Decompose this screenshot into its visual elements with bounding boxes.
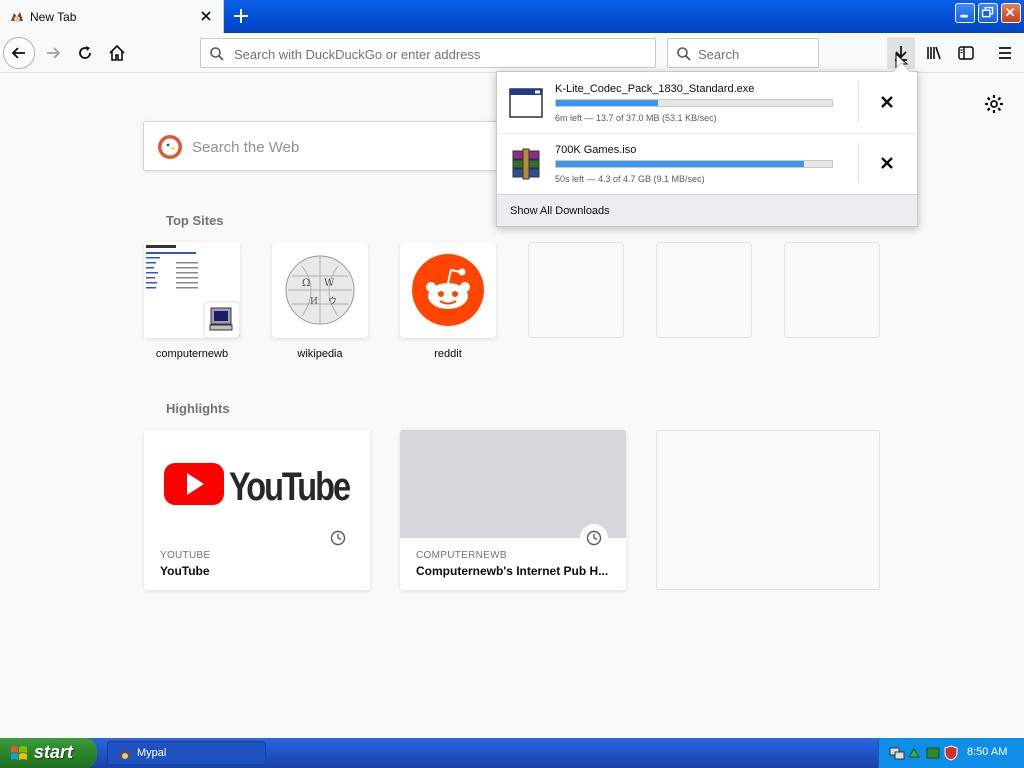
system-tray: 8:50 AM (878, 738, 1024, 768)
svg-text:W: W (324, 278, 335, 289)
search-icon (677, 47, 691, 61)
reddit-alien-icon (412, 254, 484, 326)
duckduckgo-logo-icon (158, 135, 182, 159)
tray-network-icon[interactable] (889, 745, 905, 761)
tray-security-icon[interactable] (925, 745, 941, 761)
menu-button[interactable] (989, 37, 1021, 69)
highlight-card-computernewb[interactable]: COMPUTERNEWB Computernewb's Internet Pub… (400, 430, 626, 590)
top-site-empty[interactable] (656, 242, 752, 338)
close-window-button[interactable] (1001, 3, 1021, 23)
hamburger-menu-icon (999, 47, 1011, 59)
svg-text:ウ: ウ (328, 296, 337, 307)
minimize-button[interactable] (955, 3, 975, 23)
youtube-logo-icon: YouTube (144, 430, 370, 538)
search-bar[interactable]: Search (667, 38, 819, 68)
tray-shield-icon[interactable] (943, 745, 959, 761)
gear-icon[interactable] (984, 94, 1004, 114)
mypal-logo-icon (119, 749, 131, 759)
close-tab-icon[interactable] (198, 8, 214, 24)
top-site-wikipedia[interactable]: Ω W И ウ (272, 242, 368, 338)
download-progress-fill (556, 100, 659, 106)
url-bar-placeholder: Search with DuckDuckGo or enter address (234, 47, 481, 62)
new-tab-plus-icon[interactable] (228, 4, 254, 28)
show-all-downloads-button[interactable]: Show All Downloads (497, 194, 917, 226)
history-clock-icon (580, 524, 608, 552)
windows-flag-icon (11, 746, 27, 760)
search-bar-placeholder: Search (698, 47, 740, 62)
search-icon (210, 47, 224, 61)
sidebar-icon (958, 46, 974, 60)
download-status: 6m left — 13.7 of 37.0 MB (53.1 KB/sec) (555, 113, 717, 123)
computernewb-thumbnail (144, 242, 241, 339)
divider (858, 143, 859, 183)
taskbar-item-mypal[interactable]: Mypal (107, 741, 266, 765)
download-item[interactable]: 700K Games.iso 50s left — 4.3 of 4.7 GB … (497, 133, 917, 194)
exe-file-icon (509, 88, 543, 118)
download-progress-bar (555, 160, 833, 168)
highlight-card-youtube[interactable]: YouTube YOUTUBE YouTube (144, 430, 370, 590)
wikipedia-globe-icon: Ω W И ウ (285, 255, 355, 325)
nav-toolbar: Search with DuckDuckGo or enter address … (0, 33, 1024, 73)
top-site-label: computernewb (155, 348, 229, 360)
highlight-source: YOUTUBE (160, 550, 211, 561)
reload-button[interactable] (69, 37, 101, 69)
start-button[interactable]: start (0, 738, 97, 768)
highlights-heading: Highlights (166, 401, 230, 416)
highlight-card-empty (656, 430, 880, 590)
sidebar-button[interactable] (950, 37, 982, 69)
url-bar[interactable]: Search with DuckDuckGo or enter address (200, 38, 656, 68)
top-site-label: wikipedia (297, 348, 343, 360)
downloads-panel: K-Lite_Codec_Pack_1830_Standard.exe 6m l… (496, 71, 918, 227)
library-icon (927, 46, 941, 60)
cancel-download-icon[interactable] (877, 153, 897, 173)
back-arrow-icon (11, 47, 25, 59)
highlight-title: YouTube (160, 564, 210, 578)
top-site-empty[interactable] (784, 242, 880, 338)
download-progress-fill (556, 161, 805, 167)
mypal-logo-icon (11, 12, 23, 22)
winrar-archive-icon (512, 148, 540, 180)
youtube-logo-text: YouTube (229, 465, 350, 509)
cancel-download-icon[interactable] (877, 92, 897, 112)
top-site-computernewb[interactable] (144, 242, 241, 339)
title-bar: New Tab (0, 0, 1024, 33)
tab-title: New Tab (30, 10, 77, 24)
tray-connection-icon[interactable] (907, 745, 923, 761)
highlight-thumbnail-placeholder (400, 430, 626, 538)
highlight-source: COMPUTERNEWB (416, 550, 507, 561)
history-clock-icon (324, 524, 352, 552)
download-item[interactable]: K-Lite_Codec_Pack_1830_Standard.exe 6m l… (497, 72, 917, 133)
top-site-label: reddit (434, 348, 462, 360)
reload-icon (79, 46, 91, 59)
divider (858, 82, 859, 122)
back-button[interactable] (3, 37, 35, 69)
svg-text:Ω: Ω (302, 278, 310, 289)
taskbar-item-label: Mypal (137, 747, 167, 759)
web-search-placeholder: Search the Web (192, 139, 300, 156)
forward-button[interactable] (37, 37, 69, 69)
download-filename: K-Lite_Codec_Pack_1830_Standard.exe (555, 83, 755, 95)
tab-new-tab[interactable]: New Tab (0, 0, 224, 33)
forward-arrow-icon (47, 47, 61, 59)
home-button[interactable] (101, 37, 133, 69)
download-filename: 700K Games.iso (555, 144, 637, 156)
highlight-title: Computernewb's Internet Pub H... (416, 564, 609, 578)
top-site-empty[interactable] (528, 242, 624, 338)
download-status: 50s left — 4.3 of 4.7 GB (9.1 MB/sec) (555, 174, 705, 184)
download-progress-bar (555, 99, 833, 107)
top-site-reddit[interactable] (400, 242, 496, 338)
svg-text:И: И (310, 297, 318, 307)
taskbar: start Mypal 8:50 AM (0, 738, 1024, 768)
show-all-downloads-label: Show All Downloads (510, 205, 610, 217)
start-label: start (34, 742, 74, 762)
home-icon (109, 44, 125, 61)
top-sites-heading: Top Sites (166, 213, 224, 228)
library-button[interactable] (918, 37, 950, 69)
restore-button[interactable] (978, 3, 998, 23)
tray-clock: 8:50 AM (967, 746, 1008, 758)
